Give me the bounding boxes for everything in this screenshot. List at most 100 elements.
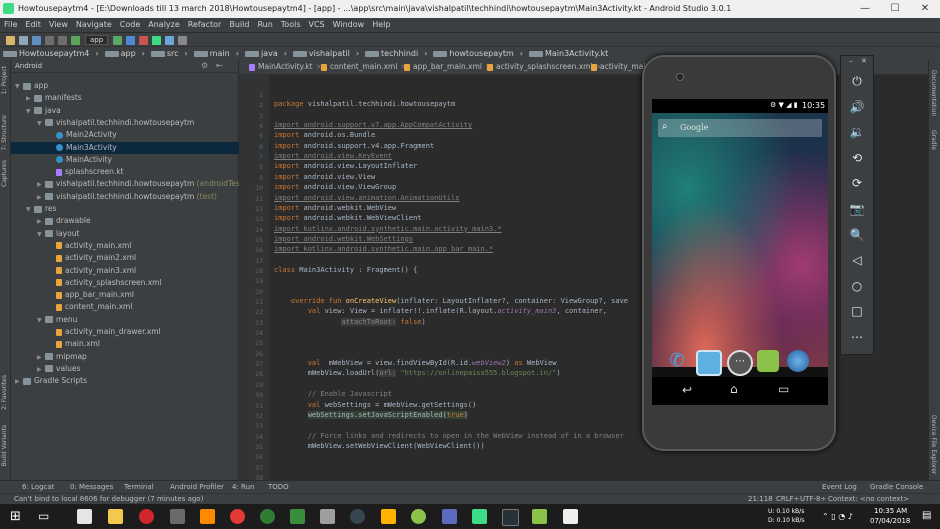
code-line[interactable]: mWebView.loadUrl(url: "https://onlinepai… [274,369,561,378]
menu-view[interactable]: View [45,18,72,32]
expand-arrow-icon[interactable]: ▼ [37,118,45,130]
app-drawer-icon[interactable]: ⋯ [727,350,753,376]
chrome-taskbar-icon[interactable] [230,509,245,524]
app-taskbar-icon-2[interactable] [200,509,215,524]
menu-analyze[interactable]: Analyze [144,18,184,32]
expand-arrow-icon[interactable]: ▼ [26,204,34,216]
tree-item[interactable]: ▶ manifests [11,92,82,104]
back-icon[interactable]: ◁ [848,251,866,269]
app-taskbar-icon-9[interactable] [442,509,457,524]
editor-tab[interactable]: MainActivity.kt × [249,62,322,71]
menu-run[interactable]: Run [253,18,276,32]
tree-item[interactable]: activity_main.xml [11,240,131,252]
rotate-right-icon[interactable]: ⟳ [848,174,866,192]
menu-tools[interactable]: Tools [277,18,305,32]
menu-refactor[interactable]: Refactor [184,18,226,32]
breadcrumb-item[interactable]: Howtousepaytm4 [0,47,92,61]
tree-item[interactable]: ▼ menu [11,314,77,326]
google-search-bar[interactable]: ⌕ Google [658,119,822,137]
tree-item[interactable]: Main3Activity [11,141,275,154]
volume-up-icon[interactable]: 🔊 [848,98,866,116]
zoom-icon[interactable]: 🔍 [848,226,866,244]
breadcrumb-item[interactable]: Main3Activity.kt [526,47,611,61]
run-icon[interactable] [113,35,123,45]
minimize-button[interactable]: — [850,0,880,18]
expand-arrow-icon[interactable]: ▶ [37,179,45,191]
app-taskbar-icon-3[interactable] [260,509,275,524]
menu-build[interactable]: Build [225,18,253,32]
menu-file[interactable]: File [0,18,21,32]
tree-item[interactable]: activity_splashscreen.xml [11,277,162,289]
tree-item[interactable]: ▶ drawable [11,215,91,227]
debug-icon[interactable] [126,35,136,45]
menu-vcs[interactable]: VCS [305,18,329,32]
code-line[interactable]: mWebView.setWebViewClient(WebViewClient(… [274,442,485,450]
gradle-tool-tab[interactable]: Gradle [930,130,937,150]
app-taskbar-icon-7[interactable] [381,509,396,524]
expand-arrow-icon[interactable]: ▶ [37,352,45,364]
store-taskbar-icon[interactable] [77,509,92,524]
code-line[interactable]: import android.webkit.WebViewClient [274,214,422,222]
gradle-console-tab[interactable]: Gradle Console [870,483,923,491]
code-line[interactable]: webSettings.setJavaScriptEnabled(true) [274,410,468,419]
more-icon[interactable]: ⋯ [848,328,866,346]
breadcrumb-item[interactable]: main [191,47,233,61]
todo-tab[interactable]: TODO [268,483,289,491]
app-taskbar-icon-4[interactable] [290,509,305,524]
expand-arrow-icon[interactable]: ▼ [15,81,23,93]
code-line[interactable]: val view: View = inflater!!.inflate(R.la… [274,307,607,315]
panel-hide-icon[interactable]: ⇤ [216,61,223,70]
tree-item[interactable]: splashscreen.kt [11,166,124,178]
menu-code[interactable]: Code [116,18,144,32]
back-nav-icon[interactable]: ↩ [682,383,692,397]
maximize-button[interactable]: ☐ [880,0,910,18]
opera-taskbar-icon[interactable] [139,509,154,524]
save-icon[interactable] [19,35,28,45]
code-line[interactable]: // Force links and redirects to open in … [274,432,624,440]
breadcrumb-item[interactable]: vishalpatil [290,47,353,61]
code-line[interactable]: package vishalpatil.techhindi.howtousepa… [274,100,455,108]
tree-item[interactable]: MainActivity [11,154,112,166]
menu-help[interactable]: Help [368,18,394,32]
file-explorer-taskbar-icon[interactable] [108,509,123,524]
open-folder-icon[interactable] [6,35,15,45]
expand-arrow-icon[interactable]: ▶ [26,93,34,105]
messaging-app-icon[interactable] [757,350,779,372]
app-taskbar-icon-6[interactable] [350,509,365,524]
expand-arrow-icon[interactable]: ▼ [37,229,45,241]
expand-arrow-icon[interactable]: ▼ [26,106,34,118]
build-variants-tool-tab[interactable]: Build Variants [1,425,8,466]
code-line[interactable]: import android.webkit.WebSettings [274,235,413,243]
code-line[interactable]: import android.view.View [274,173,375,181]
code-line[interactable]: import android.view.animation.AnimationU… [274,194,459,202]
run-tab[interactable]: 4: Run [232,483,254,491]
status-message[interactable]: Can't bind to local 8606 for debugger (7… [14,495,203,503]
emulator-close-icon[interactable]: ✕ [861,57,867,65]
android-profiler-tab[interactable]: Android Profiler [170,483,224,491]
tree-item[interactable]: ▶ vishalpatil.techhindi.howtousepaytm (te… [11,191,217,203]
camera-icon[interactable]: 📷 [848,200,866,218]
panel-settings-icon[interactable]: ⚙ [201,61,208,70]
close-button[interactable]: ✕ [910,0,940,18]
tree-item[interactable]: ▶ Gradle Scripts [11,375,87,387]
emulator-screen[interactable]: ⚙ ▼ ◢ ▮ 10:35 ⌕ Google ✆ ⋯ ↩ ⌂ ▭ [652,99,828,405]
windows-start-icon[interactable]: ⊞ [10,509,21,524]
messages-tab[interactable]: 0: Messages [70,483,113,491]
help-icon[interactable] [178,35,188,45]
favorites-tool-tab[interactable]: 2: Favorites [1,375,8,410]
menu-edit[interactable]: Edit [21,18,45,32]
editor-tab[interactable]: app_bar_main.xml× [404,62,491,71]
taskbar-date[interactable]: 07/04/2018 [870,517,910,525]
overview-icon[interactable]: □ [848,302,866,320]
app-taskbar-icon-1[interactable] [170,509,185,524]
code-line[interactable]: import kotlinx.android.synthetic.main.ap… [274,245,493,253]
rotate-left-icon[interactable]: ⟲ [848,149,866,167]
stop-icon[interactable] [139,35,149,45]
tree-item[interactable]: app_bar_main.xml [11,289,134,301]
avd-manager-icon[interactable] [165,35,175,45]
emulator-taskbar-icon[interactable] [532,509,547,524]
volume-down-icon[interactable]: 🔉 [848,123,866,141]
code-line[interactable]: attachToRoot: false) [274,317,426,326]
run-config-select[interactable]: app [85,35,109,45]
breadcrumb-item[interactable]: howtousepaytm [430,47,516,61]
